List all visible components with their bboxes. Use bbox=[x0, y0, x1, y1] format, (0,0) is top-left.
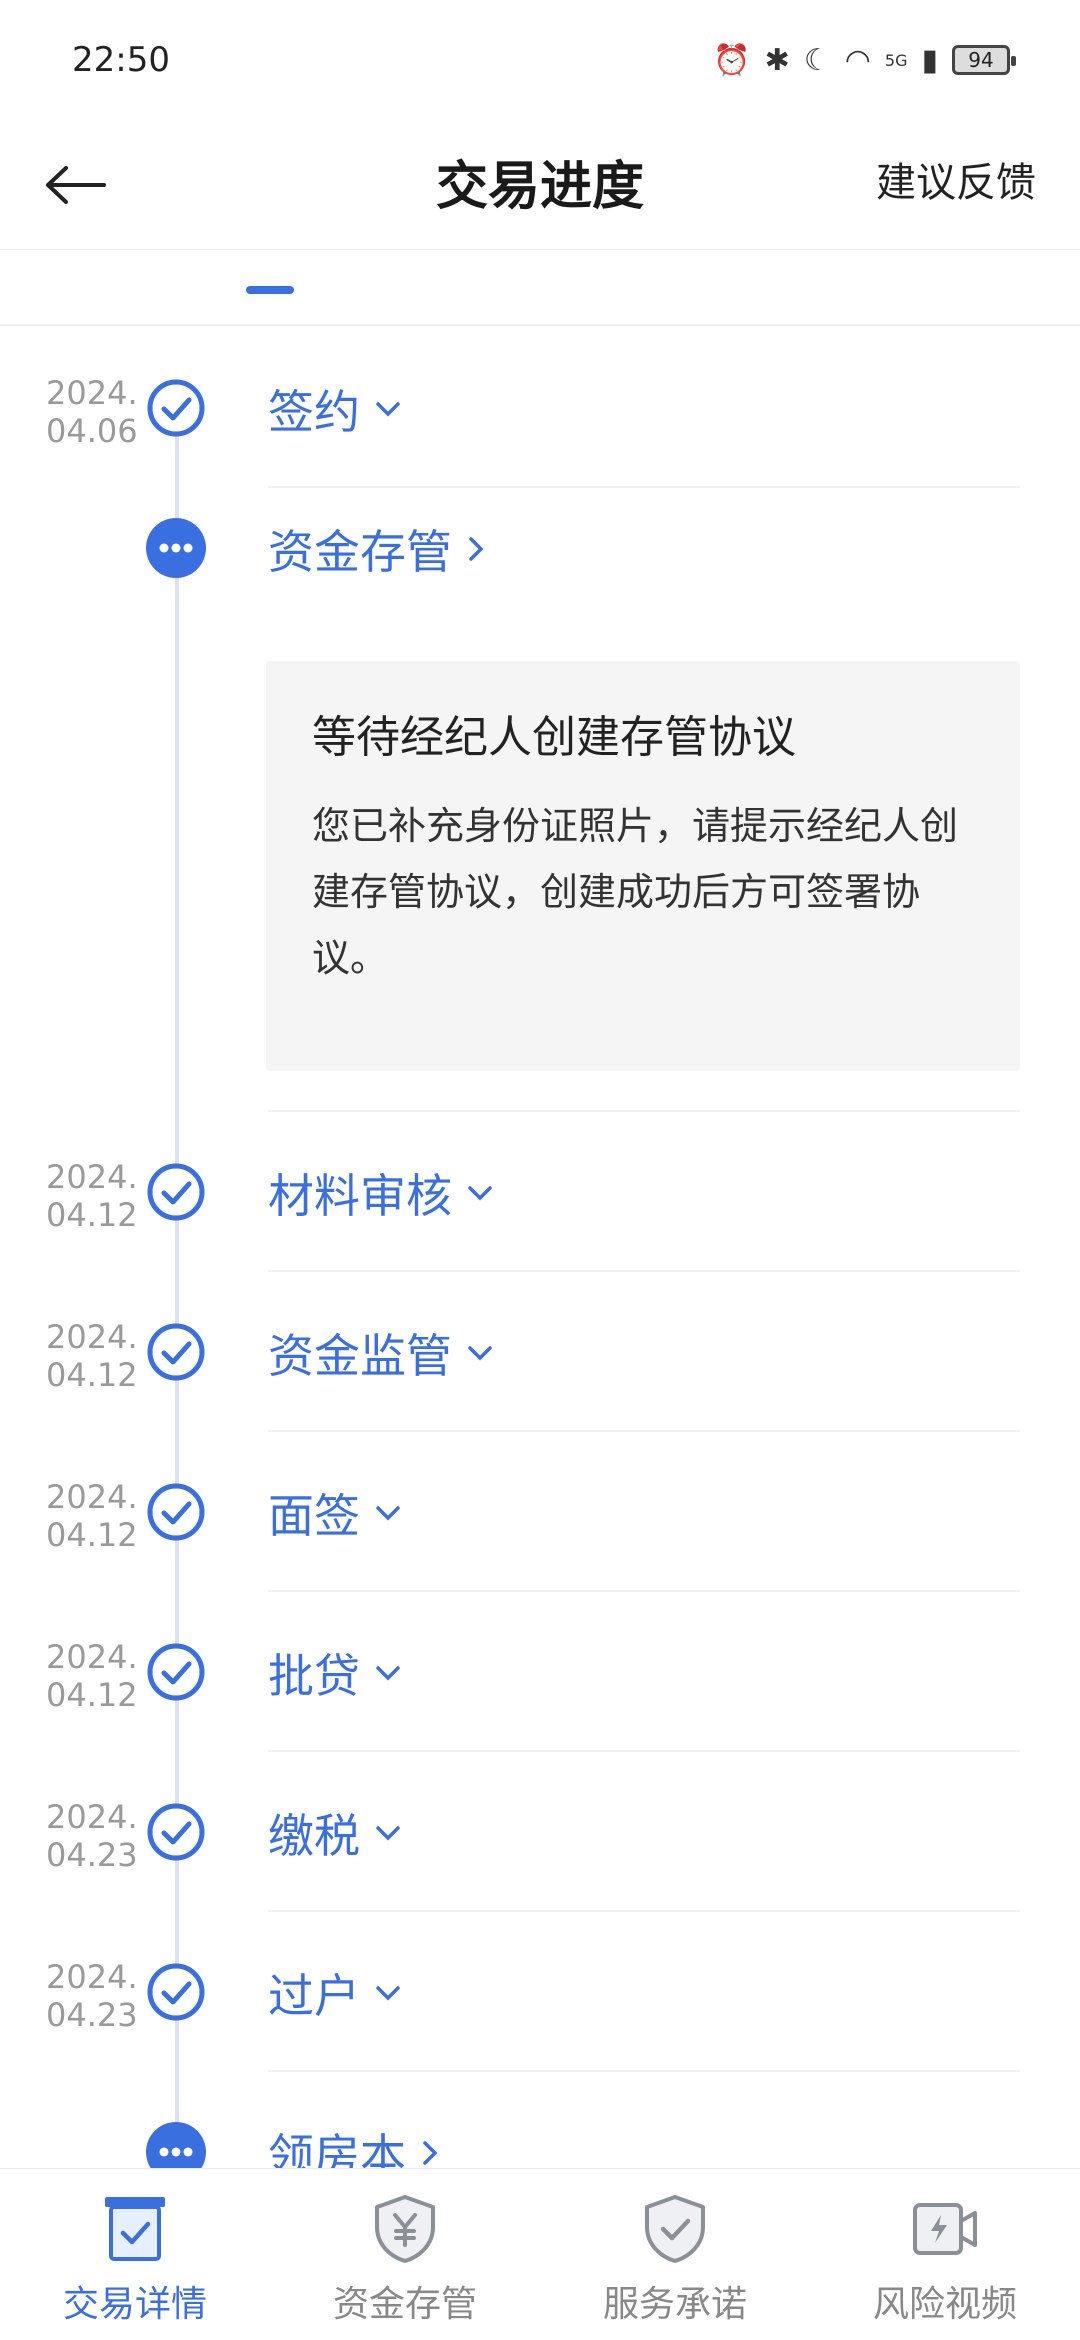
divider bbox=[268, 1110, 1020, 1112]
status-time: 22:50 bbox=[72, 40, 170, 80]
step-label: 批贷 bbox=[268, 1640, 402, 1706]
check-circle-icon bbox=[147, 1323, 205, 1381]
network-type: 5G bbox=[884, 50, 908, 70]
chevron-down-icon bbox=[468, 1346, 492, 1361]
divider bbox=[268, 1590, 1020, 1592]
step-date: 2024. 04.23 bbox=[46, 1798, 138, 1874]
timeline-step-interview[interactable]: 2024. 04.12 面签 bbox=[0, 1434, 1080, 1594]
timeline-step-fund-supervision[interactable]: 2024. 04.12 资金监管 bbox=[0, 1274, 1080, 1434]
chevron-right-icon bbox=[423, 2141, 438, 2165]
divider bbox=[268, 1750, 1020, 1752]
check-circle-icon bbox=[147, 1483, 205, 1541]
divider bbox=[268, 2070, 1020, 2072]
chevron-down-icon bbox=[376, 1666, 400, 1681]
check-circle-icon bbox=[147, 1803, 205, 1861]
video-bolt-icon bbox=[913, 2203, 977, 2255]
battery-icon: 94 bbox=[952, 45, 1016, 75]
step-title: 资金监管 bbox=[268, 1329, 452, 1383]
step-date: 2024. 04.23 bbox=[46, 1958, 138, 2034]
chevron-down-icon bbox=[376, 1506, 400, 1521]
nav-label: 交易详情 bbox=[62, 2284, 207, 2325]
step-date: 2024. 04.12 bbox=[46, 1158, 138, 1234]
yuan-shield-icon bbox=[375, 2195, 435, 2263]
chevron-down-icon bbox=[468, 1186, 492, 1201]
moon-icon: ☾ bbox=[803, 42, 831, 78]
arrow-left-icon bbox=[46, 166, 106, 204]
step-label: 材料审核 bbox=[268, 1160, 494, 1226]
chevron-down-icon bbox=[376, 1826, 400, 1841]
chevron-right-icon bbox=[469, 537, 484, 561]
tab-indicator bbox=[246, 286, 294, 294]
step-title: 批贷 bbox=[268, 1649, 360, 1703]
nav-label: 资金存管 bbox=[332, 2284, 477, 2325]
more-circle-icon bbox=[146, 518, 206, 578]
divider bbox=[268, 486, 1020, 488]
back-button[interactable] bbox=[40, 150, 110, 220]
nav-transaction-details[interactable]: 交易详情 bbox=[0, 2169, 270, 2340]
info-card-title: 等待经纪人创建存管协议 bbox=[312, 712, 796, 763]
step-title: 材料审核 bbox=[268, 1169, 452, 1223]
check-circle-icon bbox=[147, 379, 205, 437]
status-bar: 22:50 ⏰ ✱ ☾ ◠ 5G ▮ 94 bbox=[0, 0, 1080, 120]
info-card: 等待经纪人创建存管协议 您已补充身份证照片，请提示经纪人创建存管协议，创建成功后… bbox=[266, 661, 1020, 1071]
feedback-button[interactable]: 建议反馈 bbox=[876, 150, 1036, 208]
step-title: 签约 bbox=[268, 385, 360, 439]
battery-level: 94 bbox=[968, 48, 994, 72]
bluetooth-icon: ✱ bbox=[764, 42, 790, 78]
step-date: 2024. 04.12 bbox=[46, 1318, 138, 1394]
step-date: 2024. 04.12 bbox=[46, 1478, 138, 1554]
nav-escrow[interactable]: 资金存管 bbox=[270, 2169, 540, 2340]
timeline-step-transfer[interactable]: 2024. 04.23 过户 bbox=[0, 1914, 1080, 2074]
check-circle-icon bbox=[147, 1643, 205, 1701]
timeline: 2024. 04.06 签约 资金存管 等待经纪人创建存管协议 您已补充身份证照… bbox=[0, 330, 1080, 2168]
timeline-step-deed[interactable]: 领房本 bbox=[0, 2074, 1080, 2168]
step-date: 2024. 04.12 bbox=[46, 1638, 138, 1714]
check-circle-icon bbox=[147, 1163, 205, 1221]
nav-service-promise[interactable]: 服务承诺 bbox=[540, 2169, 810, 2340]
wifi-icon: ◠ bbox=[844, 42, 871, 78]
timeline-step-material-review[interactable]: 2024. 04.12 材料审核 bbox=[0, 1114, 1080, 1274]
chevron-down-icon bbox=[376, 402, 400, 417]
step-label: 缴税 bbox=[268, 1800, 402, 1866]
step-label: 资金存管 bbox=[268, 516, 486, 582]
divider bbox=[268, 1430, 1020, 1432]
check-shield-icon bbox=[645, 2195, 705, 2263]
bottom-nav: 交易详情 资金存管 服务承诺 风险视频 bbox=[0, 2168, 1080, 2340]
tab-strip bbox=[0, 250, 1080, 326]
alarm-icon: ⏰ bbox=[713, 42, 751, 78]
check-circle-icon bbox=[147, 1963, 205, 2021]
chevron-down-icon bbox=[376, 1986, 400, 2001]
step-title: 过户 bbox=[268, 1969, 360, 2023]
divider bbox=[268, 1270, 1020, 1272]
timeline-step-tax[interactable]: 2024. 04.23 缴税 bbox=[0, 1754, 1080, 1914]
header: 交易进度 建议反馈 bbox=[0, 120, 1080, 250]
nav-risk-video[interactable]: 风险视频 bbox=[810, 2169, 1080, 2340]
divider bbox=[268, 1910, 1020, 1912]
step-title: 领房本 bbox=[268, 2129, 406, 2168]
step-label: 过户 bbox=[268, 1960, 402, 2026]
clipboard-check-icon bbox=[105, 2197, 165, 2261]
step-title: 资金存管 bbox=[268, 525, 452, 579]
nav-label: 服务承诺 bbox=[602, 2284, 747, 2325]
status-icons: ⏰ ✱ ☾ ◠ 5G ▮ 94 bbox=[713, 38, 1016, 82]
timeline-step-loan-approval[interactable]: 2024. 04.12 批贷 bbox=[0, 1594, 1080, 1754]
step-label: 面签 bbox=[268, 1480, 402, 1546]
step-title: 面签 bbox=[268, 1489, 360, 1543]
more-circle-icon bbox=[146, 2122, 206, 2168]
step-title: 缴税 bbox=[268, 1809, 360, 1863]
nav-label: 风险视频 bbox=[872, 2284, 1017, 2325]
step-date: 2024. 04.06 bbox=[46, 374, 138, 450]
step-label: 签约 bbox=[268, 376, 402, 442]
timeline-step-escrow[interactable]: 资金存管 bbox=[0, 490, 1080, 650]
info-card-text: 您已补充身份证照片，请提示经纪人创建存管协议，创建成功后方可签署协议。 bbox=[312, 804, 959, 980]
signal-icon: ▮ bbox=[921, 42, 938, 78]
step-label: 领房本 bbox=[268, 2120, 440, 2168]
timeline-step-signing[interactable]: 2024. 04.06 签约 bbox=[0, 330, 1080, 490]
step-label: 资金监管 bbox=[268, 1320, 494, 1386]
